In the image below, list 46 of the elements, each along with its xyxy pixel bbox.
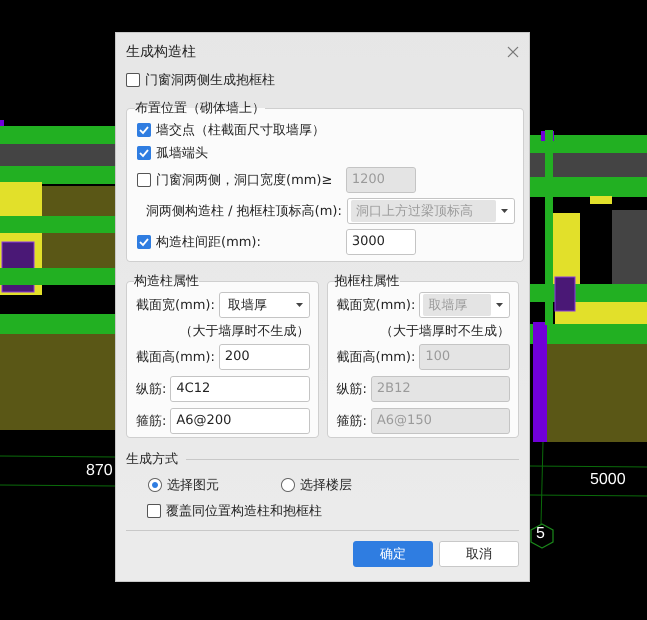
axis-marker-icon	[530, 523, 554, 549]
panel-title: 抱框柱属性	[334, 273, 400, 290]
field-label: 截面高(mm):	[336, 349, 416, 366]
checkbox-label: 覆盖同位置构造柱和抱框柱	[166, 503, 322, 520]
cancel-button[interactable]: 取消	[439, 541, 519, 567]
axis-label: 5	[536, 525, 545, 543]
field-label: 纵筋:	[336, 381, 367, 398]
caret-icon	[296, 303, 302, 307]
dimension-label: 5000	[590, 471, 626, 489]
dialog-title: 生成构造柱	[126, 43, 196, 61]
dropdown[interactable]: 取墙厚	[218, 292, 310, 318]
dimension-label: 870	[86, 462, 113, 480]
caret-icon	[500, 209, 508, 213]
input-field[interactable]: 3000	[346, 229, 416, 255]
field-label: 箍筋:	[136, 413, 166, 430]
field-label: 截面宽(mm):	[336, 297, 416, 314]
radio-button[interactable]	[148, 478, 162, 492]
input-field[interactable]: 4C12	[170, 376, 310, 402]
hint-text: （大于墙厚时不生成）	[380, 323, 510, 340]
section-title: 生成方式	[126, 451, 178, 468]
panel-title: 构造柱属性	[134, 273, 199, 290]
checkbox-label: 构造柱间距(mm):	[156, 234, 261, 251]
field-label: 截面宽(mm):	[136, 297, 215, 314]
input-field[interactable]: 200	[218, 344, 310, 370]
hint-text: （大于墙厚时不生成）	[180, 323, 310, 340]
checkbox[interactable]	[137, 146, 151, 160]
checkbox[interactable]	[147, 504, 161, 518]
panel-title: 布置位置（砌体墙上）	[135, 100, 265, 117]
checkbox-label: 门窗洞两侧生成抱框柱	[145, 72, 275, 89]
checkbox-label: 孤墙端头	[156, 145, 208, 162]
radio-button[interactable]	[281, 478, 295, 492]
radio-label: 选择图元	[167, 477, 219, 494]
input-field[interactable]: A6@200	[170, 408, 310, 434]
close-icon[interactable]	[505, 44, 521, 60]
checkbox-label: 门窗洞两侧，洞口宽度(mm)≥	[156, 172, 332, 189]
checkbox[interactable]	[137, 123, 151, 137]
ok-button[interactable]: 确定	[353, 541, 433, 567]
field-label: 纵筋:	[136, 381, 166, 398]
caret-icon	[496, 303, 503, 307]
field-label: 洞两侧构造柱 / 抱框柱顶标高(m):	[146, 203, 342, 220]
checkbox-label: 墙交点（柱截面尺寸取墙厚）	[156, 122, 325, 139]
checkbox[interactable]	[126, 73, 140, 87]
field-label: 截面高(mm):	[136, 349, 215, 366]
radio-label: 选择楼层	[300, 477, 352, 494]
field-label: 箍筋:	[336, 413, 367, 430]
checkbox[interactable]	[137, 235, 151, 249]
